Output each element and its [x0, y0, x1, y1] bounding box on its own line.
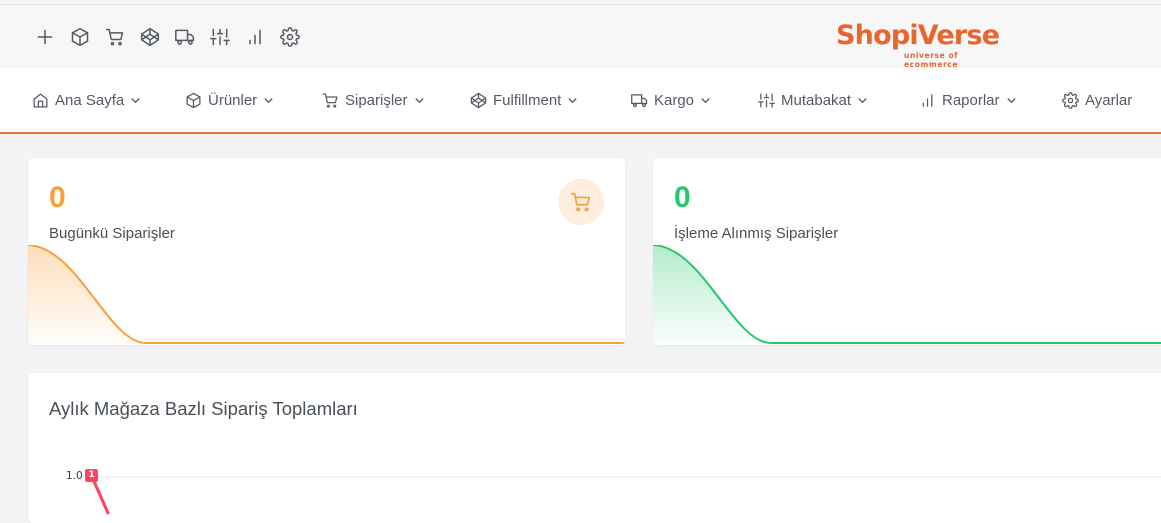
brand-name: ShopiVerse — [836, 20, 1000, 51]
settings-icon[interactable] — [279, 26, 301, 48]
main-navbar: Ana Sayfa Ürünler Siparişler Fulfillment… — [0, 68, 1161, 134]
stat-value: 0 — [49, 181, 66, 214]
stat-value: 0 — [674, 181, 691, 214]
nav-item-label: Raporlar — [942, 91, 1000, 109]
home-icon — [32, 92, 49, 109]
nav-item-label: Ürünler — [208, 91, 258, 109]
monthly-orders-chart-card: Aylık Mağaza Bazlı Sipariş Toplamları 1.… — [28, 373, 1161, 523]
stat-card-processed-orders: 0 İşleme Alınmış Siparişler — [653, 158, 1161, 345]
top-toolbar: ShopiVerse universe of ecommerce — [0, 4, 1161, 69]
data-label: 1 — [85, 469, 98, 482]
brand-logo[interactable]: ShopiVerse universe of ecommerce — [836, 19, 1011, 69]
nav-item-raporlar[interactable]: Raporlar — [919, 68, 1017, 132]
settings-icon — [1062, 91, 1079, 109]
stat-label: İşleme Alınmış Siparişler — [674, 225, 839, 242]
cart-icon[interactable] — [104, 26, 126, 48]
series-line — [90, 475, 110, 515]
cart-icon — [322, 92, 339, 109]
codepen-icon — [470, 92, 487, 109]
sparkline-todays-orders — [28, 245, 625, 345]
nav-item-fulfillment[interactable]: Fulfillment — [470, 68, 578, 132]
chevron-down-icon — [1006, 95, 1017, 106]
brand-tagline: universe of ecommerce — [904, 51, 959, 69]
sliders-icon — [758, 92, 775, 109]
stat-label: Bugünkü Siparişler — [49, 225, 175, 242]
sparkline-processed-orders — [653, 245, 1161, 345]
nav-item-ayarlar[interactable]: Ayarlar — [1062, 68, 1132, 132]
box-icon — [185, 92, 202, 109]
plus-icon[interactable] — [34, 26, 56, 48]
truck-icon — [631, 92, 648, 109]
nav-item-urunler[interactable]: Ürünler — [185, 68, 274, 132]
bar-chart-icon[interactable] — [244, 26, 266, 48]
truck-icon[interactable] — [174, 26, 196, 48]
nav-item-label: Siparişler — [345, 91, 408, 109]
chevron-down-icon — [700, 95, 711, 106]
nav-item-kargo[interactable]: Kargo — [631, 68, 711, 132]
nav-item-label: Fulfillment — [493, 91, 562, 109]
box-icon[interactable] — [69, 26, 91, 48]
nav-item-label: Mutabakat — [781, 91, 852, 109]
cart-icon — [558, 179, 604, 225]
nav-item-siparisler[interactable]: Siparişler — [322, 68, 425, 132]
codepen-icon[interactable] — [139, 26, 161, 48]
sliders-icon[interactable] — [209, 26, 231, 48]
bar-chart-icon — [919, 92, 936, 109]
chart-plot-area — [90, 475, 1161, 515]
stat-card-todays-orders: 0 Bugünkü Siparişler — [28, 158, 625, 345]
chevron-down-icon — [414, 95, 425, 106]
chevron-down-icon — [567, 95, 578, 106]
chevron-down-icon — [263, 95, 274, 106]
nav-item-label: Kargo — [654, 91, 695, 109]
chevron-down-icon — [857, 95, 868, 106]
chevron-down-icon — [130, 95, 141, 106]
nav-item-label: Ayarlar — [1085, 91, 1133, 109]
nav-item-label: Ana Sayfa — [55, 91, 125, 109]
nav-item-mutabakat[interactable]: Mutabakat — [758, 68, 868, 132]
nav-item-ana-sayfa[interactable]: Ana Sayfa — [32, 68, 141, 132]
